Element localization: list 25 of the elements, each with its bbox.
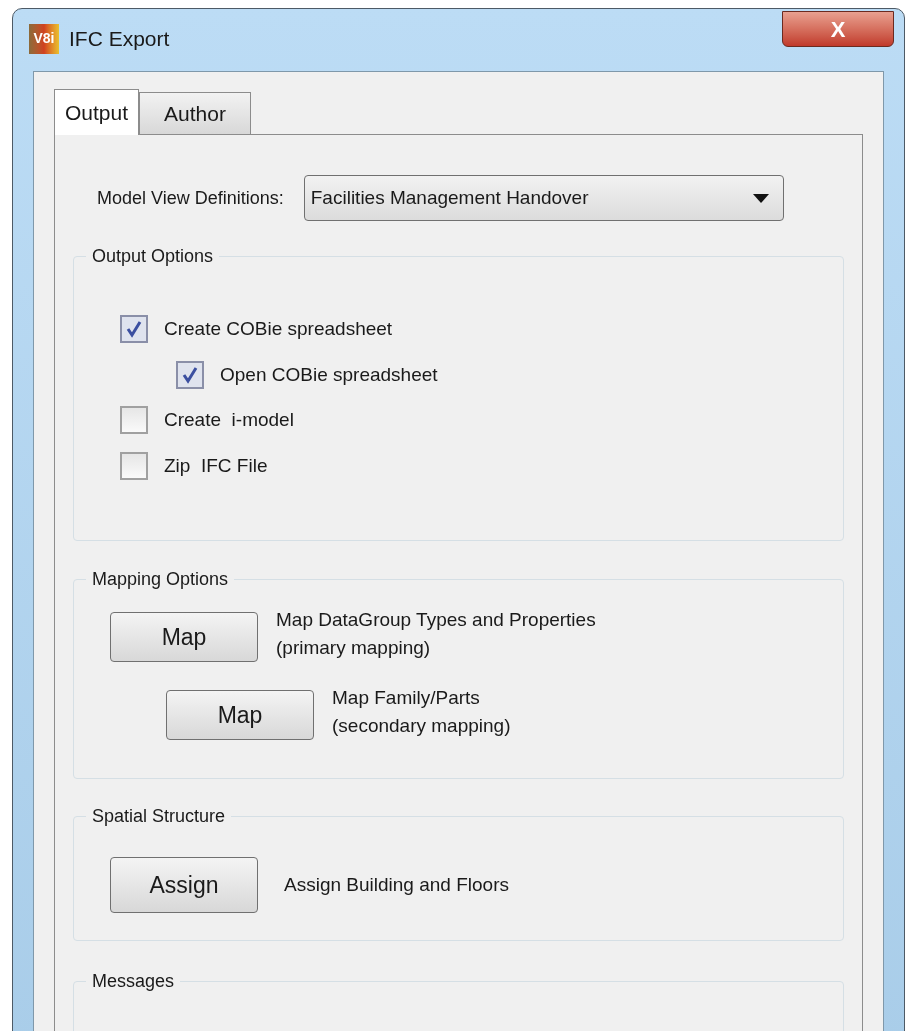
tab[interactable]: Author	[139, 92, 251, 134]
caret-icon	[752, 193, 769, 203]
mapping-description: (secondary mapping)	[332, 714, 511, 738]
mapping-description: Map Family/Parts	[332, 686, 481, 710]
tab[interactable]: Output	[54, 89, 140, 135]
assign-description: Assign Building and Floors	[284, 872, 509, 897]
assign-button[interactable]: Assign	[110, 857, 258, 913]
dropdown[interactable]: Facilities Management Handover	[303, 175, 784, 221]
map-button[interactable]: Map	[110, 612, 258, 662]
checkbox[interactable]	[176, 360, 204, 389]
checkbox-label: Zip IFC File	[164, 453, 268, 478]
checkbox-label: Create COBie spreadsheet	[164, 317, 393, 341]
mapping-description: Map DataGroup Types and Properties	[276, 608, 596, 632]
checkbox-label: Open COBie spreadsheet	[220, 362, 438, 387]
checkbox-label: Create i-model	[164, 408, 294, 432]
checkbox[interactable]	[120, 451, 148, 480]
app-icon: V8i	[29, 23, 59, 54]
map-button[interactable]: Map	[166, 690, 314, 740]
field-label: Model View Definitions:	[97, 186, 284, 210]
window-title: IFC Export	[69, 26, 170, 52]
checkmark-icon	[126, 320, 142, 339]
checkbox[interactable]	[120, 406, 148, 435]
checkbox[interactable]	[120, 315, 148, 344]
checkmark-icon	[182, 365, 198, 384]
mapping-description: (primary mapping)	[276, 636, 432, 660]
